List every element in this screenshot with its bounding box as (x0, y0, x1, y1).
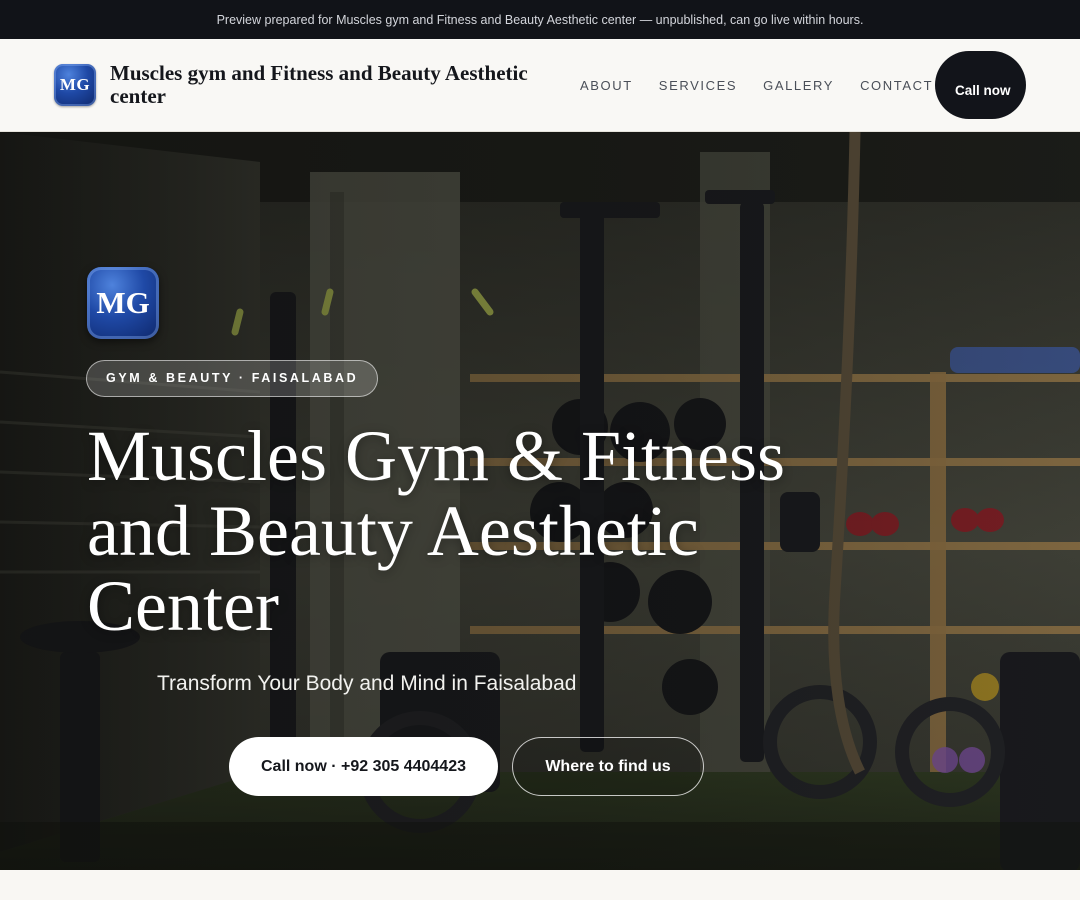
brand-name[interactable]: Muscles gym and Fitness and Beauty Aesth… (110, 62, 570, 108)
hero-category-chip: GYM & BEAUTY · FAISALABAD (86, 360, 379, 397)
nav-link-gallery[interactable]: GALLERY (763, 77, 834, 95)
header-call-button[interactable]: Call now (935, 51, 1026, 119)
site-header: MG Muscles gym and Fitness and Beauty Ae… (0, 39, 1080, 132)
nav-link-contact[interactable]: CONTACT (860, 77, 933, 95)
next-section-edge (0, 870, 1080, 900)
nav-link-about[interactable]: ABOUT (580, 77, 633, 95)
brand-logo[interactable]: MG (54, 64, 96, 106)
call-now-button[interactable]: Call now · +92 305 4404423 (229, 737, 498, 796)
hero-title: Muscles Gym & Fitness and Beauty Aesthet… (87, 416, 786, 646)
hero-logo: MG (87, 267, 159, 339)
hero-subtitle: Transform Your Body and Mind in Faisalab… (157, 672, 577, 695)
hero-logo-text: MG (96, 285, 150, 320)
brand-logo-text: MG (59, 75, 91, 94)
where-to-find-us-button[interactable]: Where to find us (512, 737, 704, 796)
preview-banner-text: Preview prepared for Muscles gym and Fit… (216, 12, 864, 27)
nav-link-services[interactable]: SERVICES (659, 77, 737, 95)
main-nav: ABOUT SERVICES GALLERY CONTACT (580, 77, 933, 95)
hero-section: MG GYM & BEAUTY · FAISALABAD Muscles Gym… (0, 132, 1080, 870)
preview-banner: Preview prepared for Muscles gym and Fit… (0, 0, 1080, 39)
